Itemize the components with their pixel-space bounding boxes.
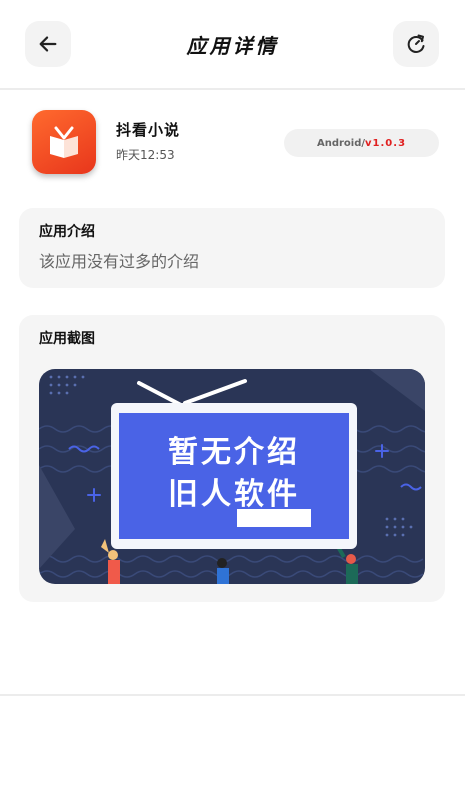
- screenshots-card: 应用截图 暂无介绍 旧人软件: [19, 315, 445, 602]
- screenshot-text-line2: 旧人软件: [168, 477, 300, 512]
- intro-card: 应用介绍 该应用没有过多的介绍: [19, 208, 445, 288]
- intro-description: 该应用没有过多的介绍: [39, 252, 200, 271]
- book-icon: [50, 126, 78, 158]
- tv-frame: 暂无介绍 旧人软件: [111, 403, 357, 549]
- tv-bar: [237, 509, 311, 527]
- app-info: 抖看小说 昨天12:53 Android / v1.0.3: [0, 92, 465, 197]
- app-icon: [32, 110, 96, 174]
- intro-title: 应用介绍: [39, 224, 95, 240]
- version-badge: Android / v1.0.3: [284, 129, 439, 157]
- app-update-time: 昨天12:53: [116, 148, 175, 162]
- refresh-icon: [407, 34, 425, 53]
- tv-screen: 暂无介绍 旧人软件: [119, 413, 349, 539]
- screenshot-text-line1: 暂无介绍: [168, 435, 300, 470]
- platform-label: Android: [316, 137, 362, 149]
- refresh-button[interactable]: [393, 21, 439, 67]
- app-header: 应用详情: [0, 0, 465, 90]
- screenshot-image[interactable]: 暂无介绍 旧人软件: [39, 369, 425, 584]
- app-name: 抖看小说: [116, 121, 181, 139]
- version-label: v1.0.3: [365, 137, 407, 149]
- bottom-divider: [0, 694, 465, 696]
- screenshots-title: 应用截图: [39, 331, 95, 347]
